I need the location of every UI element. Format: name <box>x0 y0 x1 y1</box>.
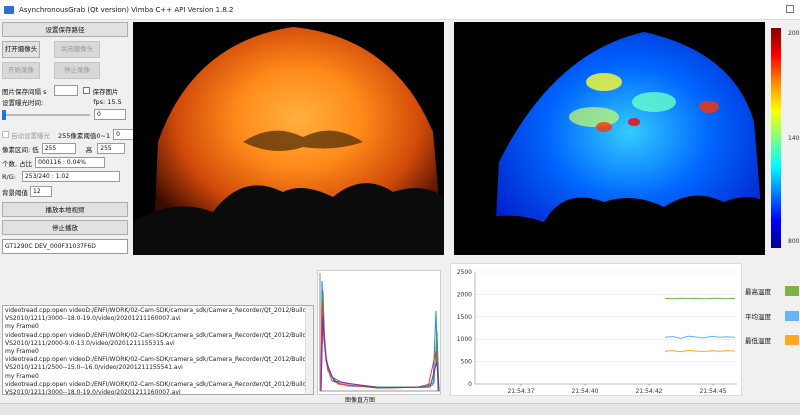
image-save-interval-label: 图片保存间隔 s <box>2 87 47 96</box>
rg-value: 253/240 : 1.02 <box>21 171 120 182</box>
y-tick-label: 1000 <box>457 336 472 343</box>
log-line: VS2010/1211/3000--18.0-19.0/video/202012… <box>5 315 181 323</box>
colorbar-mid-label: 1400 <box>788 135 800 142</box>
count-label: 个数, 占比 <box>2 159 33 168</box>
x-tick-label: 21:54:45 <box>700 388 727 395</box>
log-output[interactable]: videotread.cpp:open videoD:/ENFI/WORK/02… <box>2 305 314 395</box>
thermal-heatmap-image <box>454 22 765 255</box>
colorbar-top-label: 2000 <box>788 30 800 37</box>
legend-min-label: 最低温度 <box>745 337 771 345</box>
histogram-plot <box>317 270 441 395</box>
auto-exposure-row: 自动设置曝光 255像素阈值0~1 0 <box>2 129 142 140</box>
log-line: videotread.cpp:open videoD:/ENFI/WORK/02… <box>5 331 309 339</box>
temperature-chart-svg: 0 500 1000 1500 2000 2500 21:54:37 21:54:40 21:5… <box>457 269 737 395</box>
play-local-video-button[interactable]: 播放本地视频 <box>2 202 128 217</box>
legend-max: 最高温度 <box>745 286 799 296</box>
legend-avg-label: 平均温度 <box>745 313 771 321</box>
colorbar-bottom-label: 800 <box>788 238 800 245</box>
slider-handle[interactable] <box>2 109 6 120</box>
furnace-flame-image <box>133 22 444 255</box>
title-bar: AsynchronousGrab (Qt version) Vimba C++ … <box>0 0 800 20</box>
log-line: VS2010/1211/2000-9.0-13.0/video/20201211… <box>5 339 175 347</box>
exposure-time-label: 设置曝光时间: <box>2 99 44 107</box>
y-tick-label: 2000 <box>457 291 472 298</box>
exposure-slider[interactable] <box>2 109 90 120</box>
open-camera-button[interactable]: 打开摄像头 <box>2 41 40 58</box>
count-row: 个数, 占比 000116 : 0.04% <box>2 157 106 168</box>
log-line: videotread.cpp:open videoD:/ENFI/WORK/02… <box>5 307 309 314</box>
log-line: my Frame0 <box>5 323 39 331</box>
save-image-checkbox[interactable] <box>83 87 91 94</box>
bg-threshold-label: 背景阈值 <box>2 188 28 197</box>
pixel-high-label: 高 <box>85 145 93 154</box>
bg-threshold-spinbox[interactable]: 12 <box>30 186 52 197</box>
histogram-curves <box>319 273 440 392</box>
thermal-image <box>454 22 765 255</box>
log-scrollbar[interactable] <box>305 306 313 394</box>
colorbar <box>771 28 781 248</box>
y-tick-label: 500 <box>461 359 473 366</box>
stop-play-button[interactable]: 停止播放 <box>2 220 128 235</box>
camera-image <box>133 22 444 255</box>
app-icon <box>4 5 14 14</box>
legend-min-swatch <box>785 335 799 345</box>
exposure-slider-row: 0 <box>2 109 128 120</box>
y-tick-label: 2500 <box>457 269 472 276</box>
temperature-chart: 0 500 1000 1500 2000 2500 21:54:37 21:54:40 21:5… <box>450 263 742 396</box>
x-tick-label: 21:54:40 <box>572 388 599 395</box>
pixel-high-input[interactable]: 255 <box>97 143 126 154</box>
window-title: AsynchronousGrab (Qt version) Vimba C++ … <box>19 5 234 14</box>
count-value: 000116 : 0.04% <box>35 157 106 168</box>
save-image-label: 保存图片 <box>92 87 119 96</box>
log-line: my Frame0 <box>5 372 39 380</box>
series-line-0 <box>664 297 736 300</box>
gray-threshold-label: 255像素阈值0~1 <box>58 131 111 140</box>
log-line: VS2010/1211/3000--18.0-19.0/video/202012… <box>5 389 181 395</box>
exposure-row: 设置曝光时间: fps: 15.5 <box>2 97 122 107</box>
y-tick-label: 0 <box>468 381 472 388</box>
legend-avg-swatch <box>785 311 799 321</box>
pixel-range-label: 像素区间: 低 <box>2 145 39 154</box>
bg-threshold-row: 背景阈值 12 <box>2 186 52 197</box>
camera-id-field: GT1290C DEV_000F31037F6D <box>2 239 128 254</box>
pixel-low-input[interactable]: 255 <box>41 143 76 154</box>
series-line-1 <box>664 335 736 339</box>
log-line: videotread.cpp:open videoD:/ENFI/WORK/02… <box>5 380 309 388</box>
rg-label: R/G: <box>2 172 16 181</box>
log-lines: videotread.cpp:open videoD:/ENFI/WORK/02… <box>5 307 311 395</box>
legend-max-label: 最高温度 <box>745 288 771 296</box>
y-tick-label: 1500 <box>457 314 472 321</box>
exposure-value-spinbox[interactable]: 0 <box>94 109 126 120</box>
pixel-range-row: 像素区间: 低 255 高 255 <box>2 143 126 154</box>
rg-row: R/G: 253/240 : 1.02 <box>2 171 120 182</box>
control-panel: 设置保存路径 打开摄像头 关闭摄像头 开始录像 停止录像 图片保存间隔 s 保存… <box>0 20 142 260</box>
x-tick-label: 21:54:42 <box>636 388 663 395</box>
image-save-interval-input[interactable] <box>54 85 79 96</box>
auto-exposure-checkbox[interactable] <box>2 131 9 138</box>
status-bar <box>0 403 800 415</box>
start-record-button[interactable]: 开始录像 <box>2 62 40 79</box>
legend-max-swatch <box>785 286 799 296</box>
log-line: my Frame0 <box>5 348 39 356</box>
legend-avg: 平均温度 <box>745 311 799 321</box>
series-line-2 <box>664 349 736 353</box>
log-line: videotread.cpp:open videoD:/ENFI/WORK/02… <box>5 356 309 364</box>
legend-min: 最低温度 <box>745 335 799 345</box>
image-save-row: 图片保存间隔 s 保存图片 <box>2 85 118 96</box>
window-controls <box>786 5 794 13</box>
close-camera-button[interactable]: 关闭摄像头 <box>54 41 100 58</box>
stop-record-button[interactable]: 停止录像 <box>54 62 100 79</box>
maximize-icon[interactable] <box>786 5 794 13</box>
log-line: VS2010/1211/2500--15.0--16.0/video/20201… <box>5 364 183 372</box>
fps-label: fps: 15.5 <box>93 98 122 106</box>
auto-exposure-label: 自动设置曝光 <box>11 131 50 140</box>
x-tick-label: 21:54:37 <box>508 388 535 395</box>
set-save-path-button[interactable]: 设置保存路径 <box>2 22 128 37</box>
